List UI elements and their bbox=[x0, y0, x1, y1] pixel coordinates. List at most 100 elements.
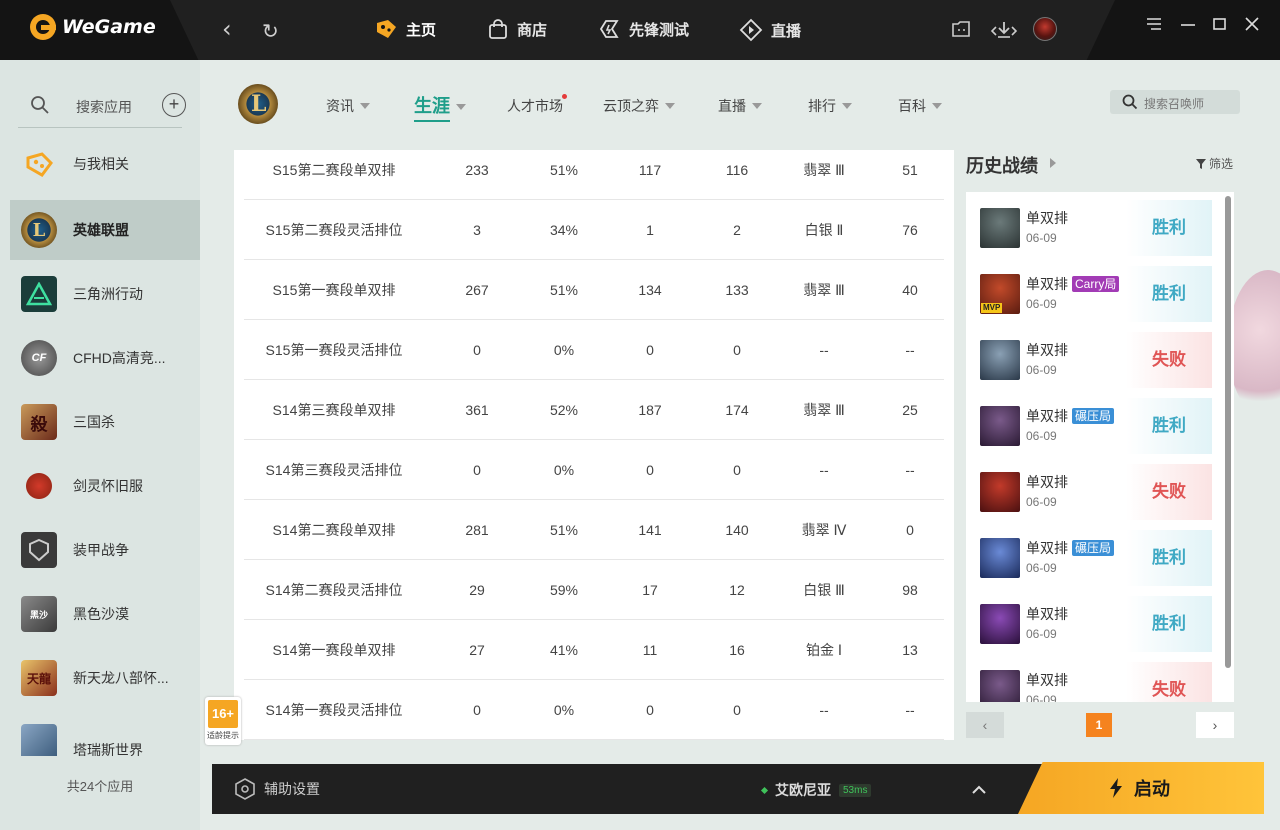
back-icon[interactable]: ‹ bbox=[222, 16, 232, 42]
sidebar-item-armored-warfare[interactable]: 装甲战争 bbox=[10, 520, 200, 580]
match-mode: 单双排 bbox=[1026, 472, 1068, 492]
lol-logo[interactable] bbox=[238, 84, 278, 124]
tab-talent-market[interactable]: 人才市场 bbox=[507, 94, 567, 116]
match-tag: Carry局 bbox=[1072, 276, 1120, 292]
match-item[interactable]: 单双排 06-09 失败 bbox=[966, 654, 1212, 702]
stat-cell: 16 bbox=[729, 642, 745, 658]
cfhd-app-icon: CF bbox=[21, 340, 57, 376]
next-page-button[interactable]: › bbox=[1196, 712, 1234, 738]
match-mode-label: 单双排 bbox=[1026, 342, 1068, 358]
mvp-badge: MVP bbox=[981, 303, 1003, 313]
stat-cell: 29 bbox=[469, 582, 485, 598]
sidebar-item-cfhd[interactable]: CF CFHD高清竞... bbox=[10, 328, 200, 388]
summoner-search-input[interactable]: 搜索召唤师 bbox=[1110, 90, 1240, 114]
close-icon[interactable] bbox=[1244, 16, 1260, 37]
app-count: 共24个应用 bbox=[66, 779, 134, 794]
history-title[interactable]: 历史战绩 bbox=[966, 152, 1038, 178]
champion-avatar bbox=[980, 538, 1020, 578]
server-selector[interactable]: 艾欧尼亚 53ms bbox=[760, 780, 872, 800]
match-item[interactable]: 单双排 06-09 失败 bbox=[966, 324, 1212, 390]
match-result: 失败 bbox=[1126, 662, 1212, 702]
stat-cell: 134 bbox=[638, 282, 662, 298]
refresh-icon[interactable]: ↻ bbox=[262, 18, 279, 44]
sidebar-item-blade-soul[interactable]: 剑灵怀旧服 bbox=[10, 456, 200, 516]
history-scrollbar[interactable] bbox=[1225, 196, 1231, 668]
stat-cell: 0 bbox=[473, 462, 481, 478]
stat-cell: 白银 Ⅱ bbox=[804, 222, 844, 238]
sidebar-item-sanguosha[interactable]: 殺 三国杀 bbox=[10, 392, 200, 452]
title-bar: WeGame ‹ ↻ 主页 商店 先锋测试 直播 bbox=[0, 0, 1280, 60]
filter-button[interactable]: 筛选 bbox=[1196, 155, 1233, 172]
inbox-icon[interactable] bbox=[950, 18, 972, 45]
match-history-list: 单双排 06-09 胜利 MVP 单双排 Carry局 06-09 胜利 单双排 06-09 失败单… bbox=[966, 192, 1234, 702]
current-page[interactable]: 1 bbox=[1086, 713, 1112, 737]
tab-ranking[interactable]: 排行 bbox=[808, 96, 852, 116]
menu-icon[interactable] bbox=[1146, 16, 1162, 37]
match-mode: 单双排 碾压局 bbox=[1026, 538, 1115, 558]
sidebar-item-tarisland[interactable]: 塔瑞斯世界 bbox=[10, 712, 200, 756]
stat-cell: 25 bbox=[902, 402, 918, 418]
stat-cell: 0 bbox=[473, 702, 481, 718]
nav-home[interactable]: 主页 bbox=[374, 18, 436, 40]
minimize-icon[interactable] bbox=[1180, 16, 1196, 37]
shop-bag-icon bbox=[489, 19, 507, 39]
stat-cell: 铂金 Ⅰ bbox=[805, 642, 843, 658]
stat-cell: 翡翠 Ⅲ bbox=[803, 402, 845, 418]
stat-cell: 34% bbox=[549, 222, 579, 238]
stat-cell: 13 bbox=[902, 642, 918, 658]
prev-page-button[interactable]: ‹ bbox=[966, 712, 1004, 738]
tab-tft[interactable]: 云顶之弈 bbox=[603, 96, 675, 116]
sidebar-item-delta-force[interactable]: 三角洲行动 bbox=[10, 264, 200, 324]
match-item[interactable]: 单双排 碾压局 06-09 胜利 bbox=[966, 390, 1212, 456]
champion-avatar bbox=[980, 208, 1020, 248]
ping-badge: 53ms bbox=[839, 783, 872, 797]
delta-force-app-icon bbox=[21, 276, 57, 312]
search-icon bbox=[1122, 94, 1138, 110]
filter-icon bbox=[1196, 158, 1206, 169]
stat-cell: 27 bbox=[469, 642, 485, 658]
chevron-right-icon[interactable] bbox=[1050, 158, 1056, 168]
sidebar-item-lol[interactable]: L 英雄联盟 bbox=[10, 200, 200, 260]
stat-cell: -- bbox=[905, 342, 915, 358]
server-status-icon bbox=[760, 786, 769, 794]
stat-cell: 12 bbox=[729, 582, 745, 598]
nav-live[interactable]: 直播 bbox=[739, 18, 801, 42]
assist-settings-button[interactable]: 辅助设置 bbox=[234, 778, 320, 800]
background-art bbox=[1228, 270, 1280, 420]
sidebar-item-black-desert[interactable]: 黑沙 黑色沙漠 bbox=[10, 584, 200, 644]
match-date: 06-09 bbox=[1026, 363, 1057, 377]
match-item[interactable]: 单双排 06-09 胜利 bbox=[966, 192, 1212, 258]
match-item[interactable]: MVP 单双排 Carry局 06-09 胜利 bbox=[966, 258, 1212, 324]
stat-cell: 187 bbox=[638, 402, 662, 418]
stat-cell: 0% bbox=[553, 342, 575, 358]
tab-wiki[interactable]: 百科 bbox=[898, 96, 942, 116]
table-row: S14第二赛段单双排 281 51% 141 140 翡翠 Ⅳ 0 bbox=[244, 500, 944, 560]
age-rating-badge: 16+ 适龄提示 bbox=[205, 697, 241, 745]
user-avatar[interactable] bbox=[1033, 17, 1057, 41]
sidebar-item-tlbb[interactable]: 天龍 新天龙八部怀... bbox=[10, 648, 200, 708]
table-row: S15第一赛段单双排 267 51% 134 133 翡翠 Ⅲ 40 bbox=[244, 260, 944, 320]
app-search[interactable]: 搜索应用 + bbox=[18, 88, 186, 128]
download-icon[interactable] bbox=[990, 19, 1018, 46]
pioneer-test-icon bbox=[599, 20, 619, 38]
stat-cell: 140 bbox=[725, 522, 749, 538]
chevron-up-icon[interactable] bbox=[972, 782, 986, 800]
stat-cell: 0% bbox=[553, 462, 575, 478]
add-app-button[interactable]: + bbox=[162, 93, 186, 117]
maximize-icon[interactable] bbox=[1212, 16, 1228, 37]
nav-pioneer-test[interactable]: 先锋测试 bbox=[597, 18, 689, 40]
match-item[interactable]: 单双排 碾压局 06-09 胜利 bbox=[966, 522, 1212, 588]
tab-live[interactable]: 直播 bbox=[718, 96, 762, 116]
launch-button[interactable]: 启动 bbox=[1018, 762, 1264, 814]
match-item[interactable]: 单双排 06-09 失败 bbox=[966, 456, 1212, 522]
wegame-logo[interactable]: WeGame bbox=[30, 14, 156, 40]
sidebar-item-related[interactable]: 与我相关 bbox=[10, 134, 200, 194]
stat-cell: 116 bbox=[725, 162, 749, 178]
stat-cell: 白银 Ⅲ bbox=[803, 582, 845, 598]
tab-news[interactable]: 资讯 bbox=[326, 96, 370, 116]
season-name-cell: S15第二赛段单双排 bbox=[272, 162, 396, 178]
tab-career[interactable]: 生涯 bbox=[414, 92, 466, 122]
nav-shop[interactable]: 商店 bbox=[487, 18, 547, 40]
season-name-cell: S14第三赛段单双排 bbox=[272, 402, 396, 418]
match-item[interactable]: 单双排 06-09 胜利 bbox=[966, 588, 1212, 654]
